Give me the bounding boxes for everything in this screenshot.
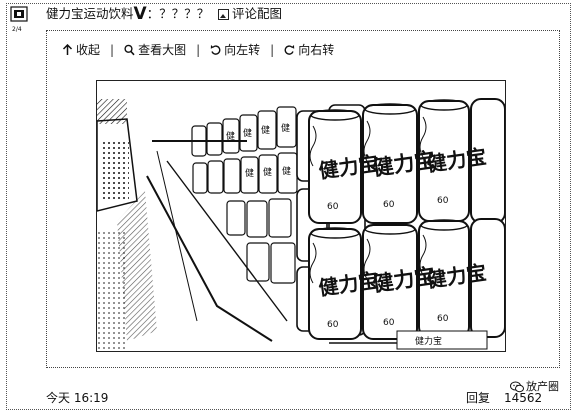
can-number: 60 [437, 314, 449, 324]
toolbar-separator: | [270, 43, 275, 57]
can-number: 60 [327, 320, 339, 330]
can-label: 健 [243, 127, 252, 139]
can-number: 60 [383, 200, 395, 210]
verified-v-mark: V [133, 4, 147, 24]
can-label: 健 [281, 122, 290, 134]
post-time: 今天 16:19 [46, 391, 109, 405]
image-toolbar: 收起 | 查看大图 | 向左转 | 向右转 [62, 42, 334, 58]
magnifier-icon [124, 44, 135, 56]
view-large-label: 查看大图 [138, 43, 187, 57]
collapse-button[interactable]: 收起 [62, 42, 100, 58]
post-title: 健力宝运动饮料V：？？？？ [46, 5, 209, 23]
toolbar-separator: | [110, 43, 115, 57]
svg-text:2/4: 2/4 [12, 26, 22, 33]
wechat-logo-icon [510, 381, 524, 392]
source-watermark: 放产圈 [510, 380, 559, 393]
rotate-left-button[interactable]: 向左转 [210, 42, 260, 58]
toolbar-separator: | [196, 43, 201, 57]
can-number: 60 [383, 318, 395, 328]
can-number: 60 [437, 196, 449, 206]
rotate-right-button[interactable]: 向右转 [284, 42, 334, 58]
box-label: 健力宝 [415, 335, 442, 347]
collapse-label: 收起 [76, 43, 101, 57]
rotate-right-label: 向右转 [298, 43, 335, 57]
can-label: 健 [226, 130, 235, 142]
post-title-text: 健力宝运动饮料 [46, 6, 134, 21]
view-large-button[interactable]: 查看大图 [124, 42, 186, 58]
can-label: 健 [245, 167, 254, 179]
comment-image-label: 评论配图 [232, 6, 283, 21]
reply-button[interactable]: 回复 [466, 390, 490, 406]
can-number: 60 [327, 202, 339, 212]
rotate-left-icon [210, 45, 221, 55]
can-label: 健 [261, 124, 270, 136]
rotate-right-icon [284, 45, 295, 55]
comment-photo[interactable]: 健 健 健 健 健 健 健 健力宝 健力宝 健力宝 健力宝 健力宝 健力宝 60… [96, 80, 506, 352]
avatar-icon[interactable]: 2/4 [10, 6, 30, 34]
rotate-left-label: 向左转 [224, 43, 261, 57]
can-label: 健 [282, 165, 291, 177]
watermark-text: 放产圈 [526, 380, 559, 393]
image-icon [218, 8, 229, 20]
post-title-suffix: ：？？？？ [146, 6, 210, 21]
arrow-up-icon [62, 44, 73, 55]
comment-image-link[interactable]: 评论配图 [218, 5, 282, 23]
can-label: 健 [263, 166, 272, 178]
